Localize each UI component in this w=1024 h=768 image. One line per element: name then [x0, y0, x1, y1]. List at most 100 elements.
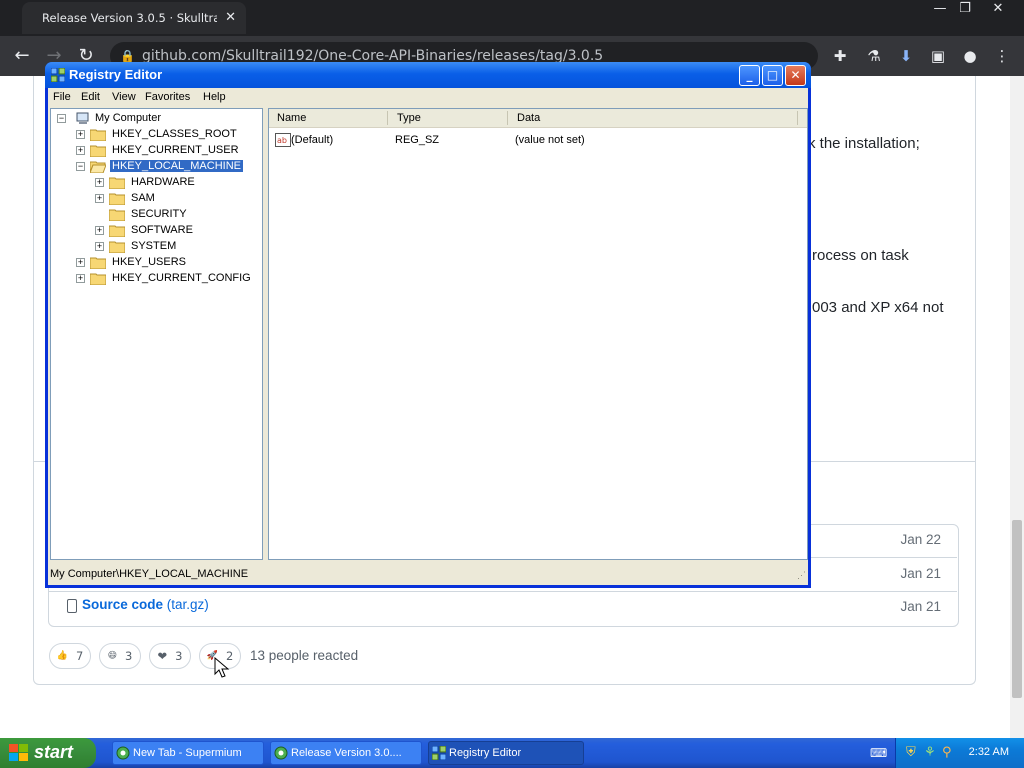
expand-icon[interactable]: + [95, 194, 104, 203]
column-separator[interactable] [507, 111, 508, 125]
folder-icon [109, 177, 125, 189]
registry-editor-window: Registry Editor _ □ ✕ File Edit View Fav… [45, 62, 811, 588]
resize-grip-icon[interactable]: ⋰ [797, 570, 806, 581]
registry-app-icon [51, 68, 65, 82]
folder-icon [90, 145, 106, 157]
value-row[interactable]: ab (Default) REG_SZ (value not set) [273, 133, 803, 149]
asset-ext: (tar.gz) [166, 597, 209, 612]
release-note-line-2: rocess on task [812, 247, 909, 264]
computer-icon [76, 112, 89, 124]
start-label: start [34, 742, 74, 762]
reaction-heart[interactable]: ❤ 3 [149, 643, 191, 669]
asset-date: Jan 21 [900, 566, 941, 581]
value-type: REG_SZ [395, 134, 440, 146]
minimize-button[interactable]: _ [739, 65, 760, 86]
asset-name: Source code [82, 597, 164, 612]
column-data[interactable]: Data [517, 112, 540, 124]
thumbs-up-icon: 👍 [56, 651, 68, 661]
start-button[interactable]: start [0, 738, 96, 768]
collapse-icon[interactable]: − [57, 114, 66, 123]
browser-close-button[interactable]: ✕ [983, 0, 1013, 18]
status-path: My Computer\HKEY_LOCAL_MACHINE [50, 568, 249, 580]
tab-close-icon[interactable]: ✕ [225, 10, 236, 25]
mouse-cursor-icon [214, 657, 230, 678]
string-value-icon: ab [275, 133, 291, 147]
download-icon[interactable]: ⬇ [896, 46, 916, 66]
clock[interactable]: 2:32 AM [969, 746, 1009, 758]
menu-kebab-icon[interactable]: ⋮ [992, 46, 1012, 66]
keyboard-icon[interactable]: ⌨ [870, 746, 887, 760]
folder-icon [109, 225, 125, 237]
browser-restore-button[interactable]: ❐ [950, 0, 980, 18]
folder-icon [109, 241, 125, 253]
tab-title: Release Version 3.0.5 · Skulltrail192 [42, 11, 217, 25]
folder-icon [109, 209, 125, 221]
column-separator[interactable] [387, 111, 388, 125]
lab-flask-icon[interactable]: ⚗ [864, 46, 884, 66]
list-header: Name Type Data [269, 109, 807, 128]
column-type[interactable]: Type [397, 112, 421, 124]
collapse-icon[interactable]: − [76, 162, 85, 171]
side-panel-icon[interactable]: ▣ [928, 46, 948, 66]
maximize-button[interactable]: □ [762, 65, 783, 86]
expand-icon[interactable]: + [95, 226, 104, 235]
laugh-icon: 😄 [107, 651, 118, 661]
taskbar-button-registry-editor[interactable]: Registry Editor [428, 741, 584, 765]
expand-icon[interactable]: + [76, 146, 85, 155]
release-note-line-1: k the installation; [808, 135, 920, 152]
supermium-icon [116, 746, 130, 760]
menu-file[interactable]: File [53, 91, 71, 103]
taskbar-button-label: Registry Editor [449, 747, 522, 759]
column-name[interactable]: Name [277, 112, 306, 124]
reaction-laugh[interactable]: 😄 3 [99, 643, 141, 669]
menu-edit[interactable]: Edit [81, 91, 100, 103]
expand-icon[interactable]: + [76, 130, 85, 139]
reaction-thumbs-up[interactable]: 👍 7 [49, 643, 91, 669]
browser-tab[interactable]: Release Version 3.0.5 · Skulltrail192 ✕ [22, 2, 246, 34]
column-separator[interactable] [797, 111, 798, 125]
expand-icon[interactable]: + [76, 258, 85, 267]
folder-icon [90, 129, 106, 141]
file-zip-icon [67, 599, 77, 613]
taskbar-button-new-tab[interactable]: New Tab - Supermium [112, 741, 264, 765]
expand-icon[interactable]: + [95, 242, 104, 251]
menu-bar: File Edit View Favorites Help [48, 88, 808, 107]
system-tray: ⌨ ⛨ ⚘ ⚲ 2:32 AM [870, 738, 1024, 768]
folder-icon [109, 193, 125, 205]
value-data: (value not set) [515, 134, 585, 146]
scrollbar-thumb[interactable] [1012, 520, 1022, 698]
release-note-line-3: 003 and XP x64 not [812, 299, 944, 316]
profile-avatar-icon[interactable]: ● [960, 46, 980, 66]
reaction-count: 3 [125, 649, 133, 663]
heart-icon: ❤ [157, 649, 168, 663]
menu-help[interactable]: Help [203, 91, 226, 103]
asset-row[interactable]: Source code (tar.gz) Jan 21 [49, 591, 957, 624]
network-icon[interactable]: ⚘ [924, 745, 936, 760]
taskbar-button-release[interactable]: Release Version 3.0.... [270, 741, 422, 765]
reaction-count: 7 [75, 649, 84, 663]
taskbar-button-label: New Tab - Supermium [133, 747, 242, 759]
reaction-count: 3 [175, 649, 183, 663]
registry-tree[interactable]: − My Computer + HKEY_CLASSES_ROOT + HKEY… [50, 108, 263, 560]
registry-editor-titlebar[interactable]: Registry Editor _ □ ✕ [45, 62, 811, 88]
values-list[interactable]: Name Type Data ab (Default) REG_SZ (valu… [268, 108, 808, 560]
menu-view[interactable]: View [112, 91, 136, 103]
expand-icon[interactable]: + [76, 274, 85, 283]
folder-icon [90, 273, 106, 285]
security-shield-icon[interactable]: ⛨ [906, 745, 916, 760]
folder-icon [90, 257, 106, 269]
registry-editor-body: File Edit View Favorites Help − My Compu… [48, 88, 808, 585]
svg-text:ab: ab [277, 136, 287, 145]
close-button[interactable]: ✕ [785, 65, 806, 86]
search-icon[interactable]: ⚲ [942, 745, 952, 760]
asset-date: Jan 22 [900, 532, 941, 547]
expand-icon[interactable]: + [95, 178, 104, 187]
value-name: (Default) [291, 134, 334, 146]
open-folder-icon [90, 161, 106, 173]
asset-date: Jan 21 [900, 599, 941, 614]
extensions-puzzle-icon[interactable]: ✚ [830, 46, 850, 66]
supermium-icon [274, 746, 288, 760]
source-code-link[interactable]: Source code (tar.gz) [82, 597, 209, 612]
menu-favorites[interactable]: Favorites [145, 91, 190, 103]
back-arrow-icon[interactable]: ← [11, 45, 33, 67]
